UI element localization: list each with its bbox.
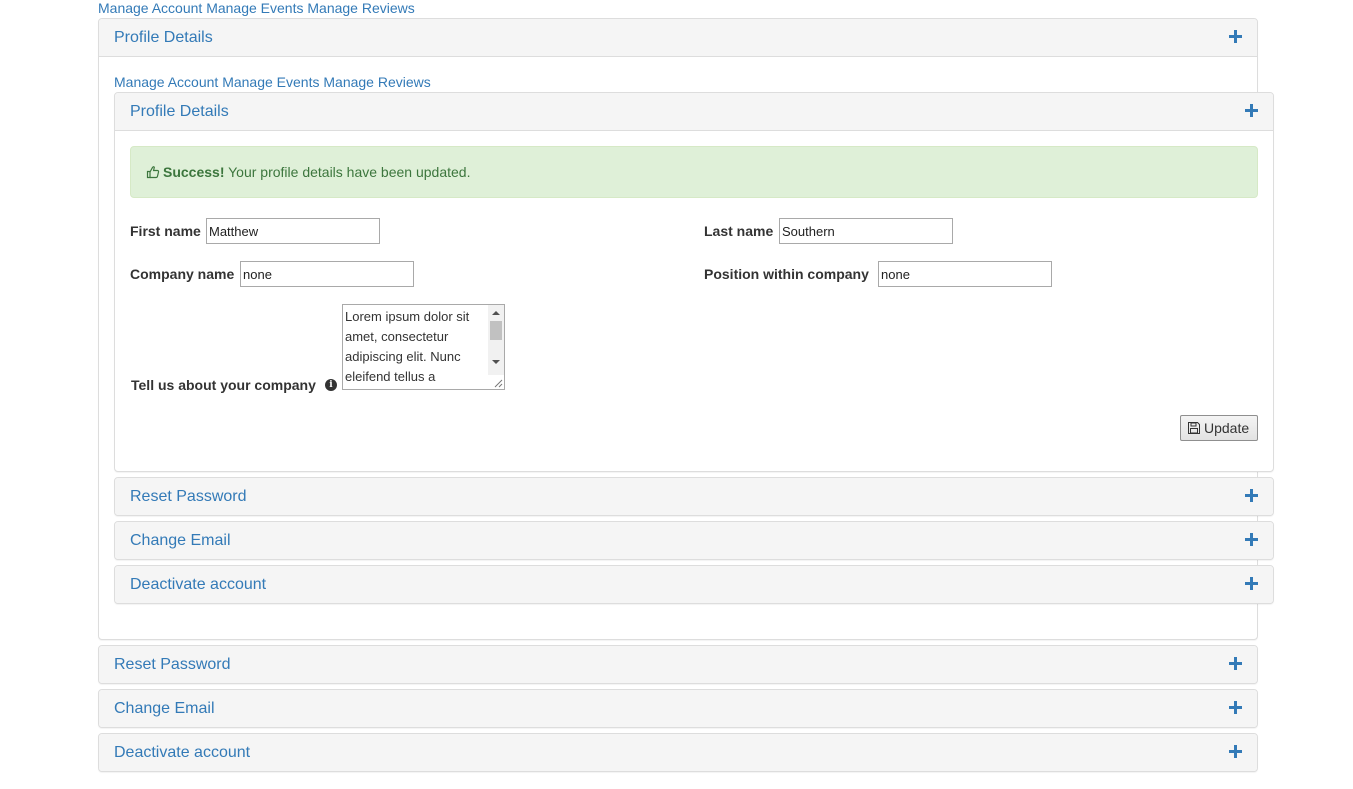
floppy-disk-icon [1188, 422, 1200, 434]
outer-reset-password-panel: Reset Password [98, 645, 1258, 684]
manage-events-link[interactable]: Manage Events [222, 74, 319, 90]
outer-deactivate-account-panel: Deactivate account [98, 733, 1258, 772]
first-name-field[interactable] [206, 218, 380, 244]
plus-icon[interactable] [1245, 104, 1258, 117]
outer-profile-details-panel: Profile Details Manage Account Manage Ev… [98, 18, 1274, 640]
outer-change-email-panel: Change Email [98, 689, 1258, 728]
about-company-textarea[interactable]: Lorem ipsum dolor sit amet, consectetur … [343, 305, 488, 389]
outer-profile-details-heading[interactable]: Profile Details [99, 19, 1257, 57]
last-name-label: Last name [704, 223, 774, 239]
plus-icon[interactable] [1245, 489, 1258, 502]
scroll-thumb[interactable] [490, 321, 502, 340]
info-icon[interactable]: i [325, 379, 337, 391]
update-button-label: Update [1204, 420, 1250, 436]
panel-title: Change Email [114, 700, 215, 717]
first-name-label: First name [130, 223, 201, 239]
position-label: Position within company [704, 266, 869, 282]
company-name-label: Company name [130, 266, 235, 282]
inner-change-email-heading[interactable]: Change Email [115, 522, 1273, 559]
company-name-field[interactable] [240, 261, 414, 287]
outer-account-nav: Manage Account Manage Events Manage Revi… [98, 0, 415, 16]
outer-deactivate-account-heading[interactable]: Deactivate account [99, 734, 1257, 771]
scroll-up-arrow-icon[interactable] [492, 311, 500, 315]
inner-change-email-panel: Change Email [114, 521, 1274, 560]
position-field[interactable] [878, 261, 1052, 287]
panel-title: Reset Password [114, 656, 231, 673]
plus-icon[interactable] [1245, 577, 1258, 590]
inner-deactivate-account-heading[interactable]: Deactivate account [115, 566, 1273, 603]
alert-strong: Success! [163, 164, 225, 180]
manage-reviews-link[interactable]: Manage Reviews [307, 0, 414, 16]
success-alert: Success! Your profile details have been … [130, 146, 1258, 198]
plus-icon[interactable] [1229, 701, 1242, 714]
resize-handle-icon[interactable] [488, 375, 504, 389]
textarea-scrollbar[interactable] [488, 305, 504, 375]
manage-events-link[interactable]: Manage Events [206, 0, 303, 16]
panel-title: Deactivate account [130, 576, 267, 593]
inner-profile-details-heading[interactable]: Profile Details [115, 93, 1273, 131]
plus-icon[interactable] [1245, 533, 1258, 546]
inner-reset-password-heading[interactable]: Reset Password [115, 478, 1273, 515]
plus-icon[interactable] [1229, 745, 1242, 758]
outer-change-email-heading[interactable]: Change Email [99, 690, 1257, 727]
inner-reset-password-panel: Reset Password [114, 477, 1274, 516]
manage-account-link[interactable]: Manage Account [98, 0, 202, 16]
about-company-textarea-wrap: Lorem ipsum dolor sit amet, consectetur … [342, 304, 505, 390]
alert-message: Your profile details have been updated. [228, 164, 471, 180]
scroll-down-arrow-icon[interactable] [492, 360, 500, 364]
panel-title: Profile Details [130, 103, 229, 120]
panel-title: Reset Password [130, 488, 247, 505]
about-company-label: Tell us about your company [131, 377, 316, 393]
last-name-field[interactable] [779, 218, 953, 244]
thumbs-up-icon [146, 166, 160, 179]
inner-profile-details-panel: Profile Details Success! Your profile de… [114, 92, 1274, 472]
plus-icon[interactable] [1229, 657, 1242, 670]
manage-reviews-link[interactable]: Manage Reviews [323, 74, 430, 90]
panel-title: Profile Details [114, 29, 213, 46]
panel-title: Deactivate account [114, 744, 251, 761]
update-button[interactable]: Update [1180, 415, 1258, 441]
panel-title: Change Email [130, 532, 231, 549]
plus-icon[interactable] [1229, 30, 1242, 43]
inner-deactivate-account-panel: Deactivate account [114, 565, 1274, 604]
inner-account-nav: Manage Account Manage Events Manage Revi… [114, 74, 431, 90]
outer-reset-password-heading[interactable]: Reset Password [99, 646, 1257, 683]
manage-account-link[interactable]: Manage Account [114, 74, 218, 90]
